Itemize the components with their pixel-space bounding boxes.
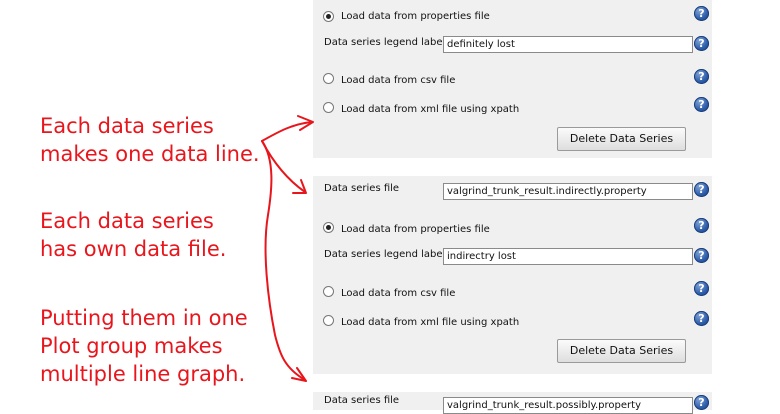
annotation-arrows [261, 115, 314, 382]
arrowhead [291, 367, 307, 382]
arrow-to-panel-2 [261, 140, 306, 193]
bracket-stroke [261, 140, 306, 381]
arrow-to-panel-1 [261, 121, 313, 142]
